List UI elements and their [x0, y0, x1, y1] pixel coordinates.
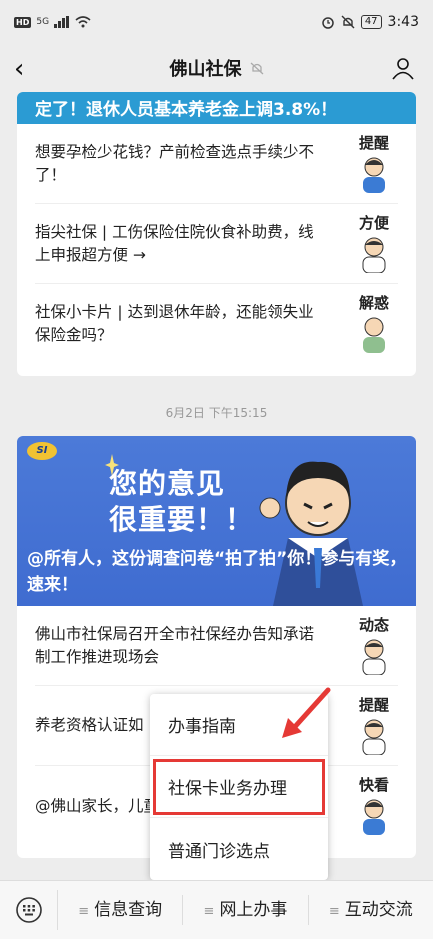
menu-icon: ≡ [203, 904, 215, 919]
hero-title-line-2: 很重要！！ [109, 503, 255, 536]
timestamp: 6月2日 下午15:15 [165, 406, 268, 420]
thumb-label: 解惑 [358, 294, 389, 312]
hero-title-line-1: 您的意见 [109, 467, 226, 500]
thumb-label: 提醒 [358, 134, 389, 152]
battery-icon: 47 [360, 15, 382, 29]
hero-banner[interactable]: SI 您的意见 很重要！！ @所有人，这份调查问卷“拍了拍”你！参与有奖，速来！ [17, 436, 416, 606]
person-icon [362, 237, 386, 273]
tab-label: 信息查询 [94, 900, 163, 920]
article-thumbnail: 提醒 [344, 132, 404, 196]
list-item[interactable]: 想要孕检少花钱？产前检查选点手续少不了！ 提醒 [35, 124, 398, 204]
thumb-label: 方便 [358, 214, 389, 232]
thumb-label: 动态 [358, 616, 389, 634]
article-thumbnail: 快看 [344, 774, 404, 838]
menu-item-clinic[interactable]: 普通门诊选点 [150, 818, 328, 880]
list-item[interactable]: 佛山市社保局召开全市社保经办告知承诺制工作推进现场会 动态 [35, 606, 398, 686]
menu-item-social-card[interactable]: 社保卡业务办理 [150, 756, 328, 818]
clock: 3:43 [387, 14, 419, 30]
profile-icon[interactable] [391, 56, 415, 80]
article-banner[interactable]: 定了！退休人员基本养老金上调3.8%！ [17, 92, 416, 124]
back-icon[interactable]: ‹ [14, 54, 24, 84]
tab-interaction[interactable]: ≡ 互动交流 [309, 895, 433, 925]
hero-title: 您的意见 很重要！！ [109, 466, 254, 538]
si-logo: SI [27, 442, 57, 460]
menu-icon: ≡ [328, 904, 340, 919]
article-title: 社保小卡片 | 达到退休年龄，还能领失业保险金吗？ [35, 303, 314, 344]
hd-indicator: HD [14, 16, 32, 28]
person-icon [362, 639, 386, 675]
person-icon [363, 799, 385, 835]
menu-icon: ≡ [78, 904, 90, 919]
article-card-1: 定了！退休人员基本养老金上调3.8%！ 想要孕检少花钱？产前检查选点手续少不了！… [17, 92, 416, 376]
list-item[interactable]: 社保小卡片 | 达到退休年龄，还能领失业保险金吗？ 解惑 [35, 284, 398, 364]
person-icon [363, 157, 385, 193]
person-icon [362, 719, 386, 755]
thumb-label: 提醒 [358, 696, 389, 714]
mute-icon [341, 15, 355, 29]
nav-bar: ‹ 佛山社保 [0, 44, 433, 92]
list-item[interactable]: 指尖社保 | 工伤保险住院伙食补助费，线上申报超方便 → 方便 [35, 204, 398, 284]
banner-title: 定了！退休人员基本养老金上调3.8%！ [35, 100, 338, 120]
wifi-icon [75, 16, 91, 28]
tab-info-query[interactable]: ≡ 信息查询 [58, 895, 184, 925]
article-thumbnail: 提醒 [344, 694, 404, 758]
red-arrow-annotation [282, 687, 331, 738]
alarm-icon [322, 17, 334, 29]
article-title: 指尖社保 | 工伤保险住院伙食补助费，线上申报超方便 → [35, 222, 314, 264]
page-title: 佛山社保 [169, 59, 242, 80]
mute-bell-icon [250, 62, 263, 75]
signal-icon: 5G [36, 17, 50, 27]
article-thumbnail: 方便 [344, 212, 404, 276]
hero-subtitle: @所有人，这份调查问卷“拍了拍”你！参与有奖，速来！ [27, 549, 407, 595]
cell-signal-icon [54, 16, 70, 28]
article-thumbnail: 动态 [344, 614, 404, 678]
thumb-label: 快看 [358, 776, 389, 794]
article-thumbnail: 解惑 [344, 292, 404, 356]
keyboard-icon [15, 897, 42, 923]
article-title: 想要孕检少花钱？产前检查选点手续少不了！ [35, 142, 315, 184]
keyboard-toggle[interactable] [0, 890, 58, 930]
tab-label: 互动交流 [344, 900, 413, 920]
status-bar: HD 5G 47 3:43 [0, 0, 433, 44]
tab-label: 网上办事 [219, 900, 288, 920]
bottom-menu-bar: ≡ 信息查询 ≡ 网上办事 ≡ 互动交流 [0, 880, 433, 939]
article-title: 佛山市社保局召开全市社保经办告知承诺制工作推进现场会 [35, 624, 315, 666]
elderly-person-icon [363, 317, 385, 353]
tab-online-service[interactable]: ≡ 网上办事 [183, 895, 309, 925]
